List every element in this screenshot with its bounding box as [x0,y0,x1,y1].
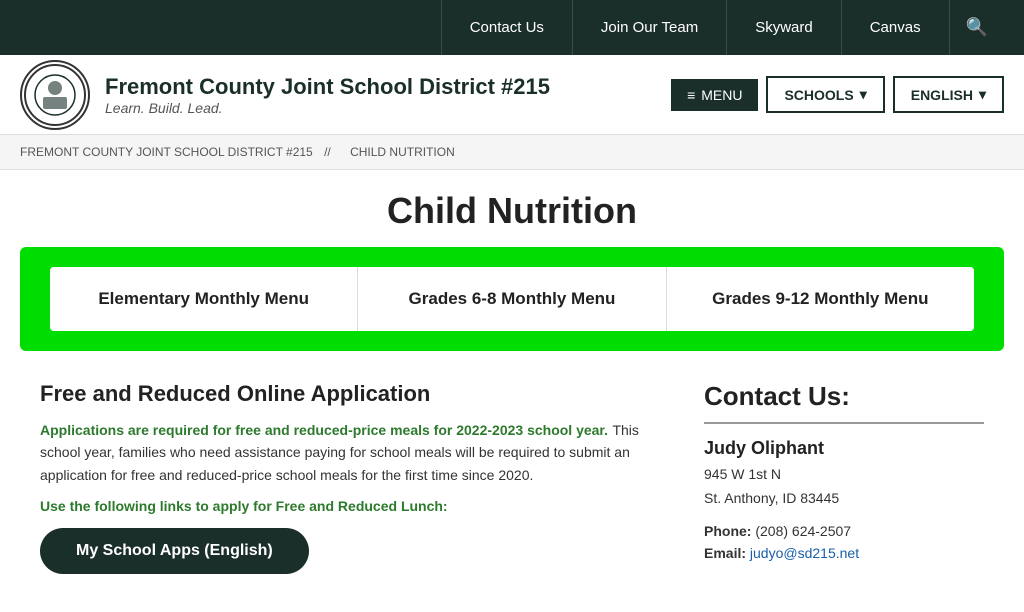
school-tagline: Learn. Build. Lead. [105,100,671,116]
right-column: Contact Us: Judy Oliphant 945 W 1st N St… [704,381,984,574]
email-label: Email: [704,545,746,561]
skyward-link[interactable]: Skyward [727,0,842,55]
menu-button[interactable]: ≡ MENU [671,79,758,111]
breadcrumb: FREMONT COUNTY JOINT SCHOOL DISTRICT #21… [0,135,1024,170]
tab-elementary[interactable]: Elementary Monthly Menu [50,267,358,331]
contact-address: 945 W 1st N St. Anthony, ID 83445 [704,463,984,511]
school-logo [20,60,90,130]
schools-label: SCHOOLS [784,87,853,103]
breadcrumb-home[interactable]: FREMONT COUNTY JOINT SCHOOL DISTRICT #21… [20,145,313,159]
contact-us-link[interactable]: Contact Us [441,0,573,55]
my-school-apps-button[interactable]: My School Apps (English) [40,528,309,574]
search-icon: 🔍 [966,17,988,38]
tabs: Elementary Monthly Menu Grades 6-8 Month… [50,267,974,331]
tab-grades-6-8[interactable]: Grades 6-8 Monthly Menu [358,267,666,331]
join-our-team-link[interactable]: Join Our Team [573,0,727,55]
contact-title: Contact Us: [704,381,984,412]
english-button[interactable]: ENGLISH ▾ [893,76,1004,113]
main-content: Free and Reduced Online Application Appl… [0,361,1024,594]
logo-inner [24,64,86,126]
school-info: Fremont County Joint School District #21… [105,74,671,116]
page-title: Child Nutrition [0,190,1024,232]
breadcrumb-current: CHILD NUTRITION [350,145,455,159]
address-line-2: St. Anthony, ID 83445 [704,487,984,511]
apply-link-text: Use the following links to apply for Fre… [40,498,664,514]
phone-number: (208) 624-2507 [755,523,851,539]
menu-label: MENU [701,87,742,103]
highlight-paragraph: Applications are required for free and r… [40,419,664,486]
contact-divider [704,422,984,424]
top-bar: Contact Us Join Our Team Skyward Canvas … [0,0,1024,55]
schools-button[interactable]: SCHOOLS ▾ [766,76,884,113]
english-label: ENGLISH [911,87,973,103]
contact-phone: Phone: (208) 624-2507 [704,523,984,539]
chevron-down-icon-2: ▾ [979,86,986,103]
hamburger-icon: ≡ [687,87,695,103]
phone-label: Phone: [704,523,751,539]
chevron-down-icon: ▾ [860,86,867,103]
school-name: Fremont County Joint School District #21… [105,74,671,100]
contact-name: Judy Oliphant [704,438,984,459]
left-column: Free and Reduced Online Application Appl… [40,381,664,574]
search-button[interactable]: 🔍 [950,0,1004,55]
breadcrumb-separator: // [324,145,331,159]
email-address[interactable]: judyo@sd215.net [750,545,859,561]
contact-email: Email: judyo@sd215.net [704,545,984,561]
free-reduced-title: Free and Reduced Online Application [40,381,664,407]
address-line-1: 945 W 1st N [704,463,984,487]
highlight-text: Applications are required for free and r… [40,422,608,438]
canvas-link[interactable]: Canvas [842,0,950,55]
tab-grades-9-12[interactable]: Grades 9-12 Monthly Menu [667,267,974,331]
page-title-section: Child Nutrition [0,170,1024,247]
header-nav-buttons: ≡ MENU SCHOOLS ▾ ENGLISH ▾ [671,76,1004,113]
tab-container: Elementary Monthly Menu Grades 6-8 Month… [20,247,1004,351]
site-header: Fremont County Joint School District #21… [0,55,1024,135]
